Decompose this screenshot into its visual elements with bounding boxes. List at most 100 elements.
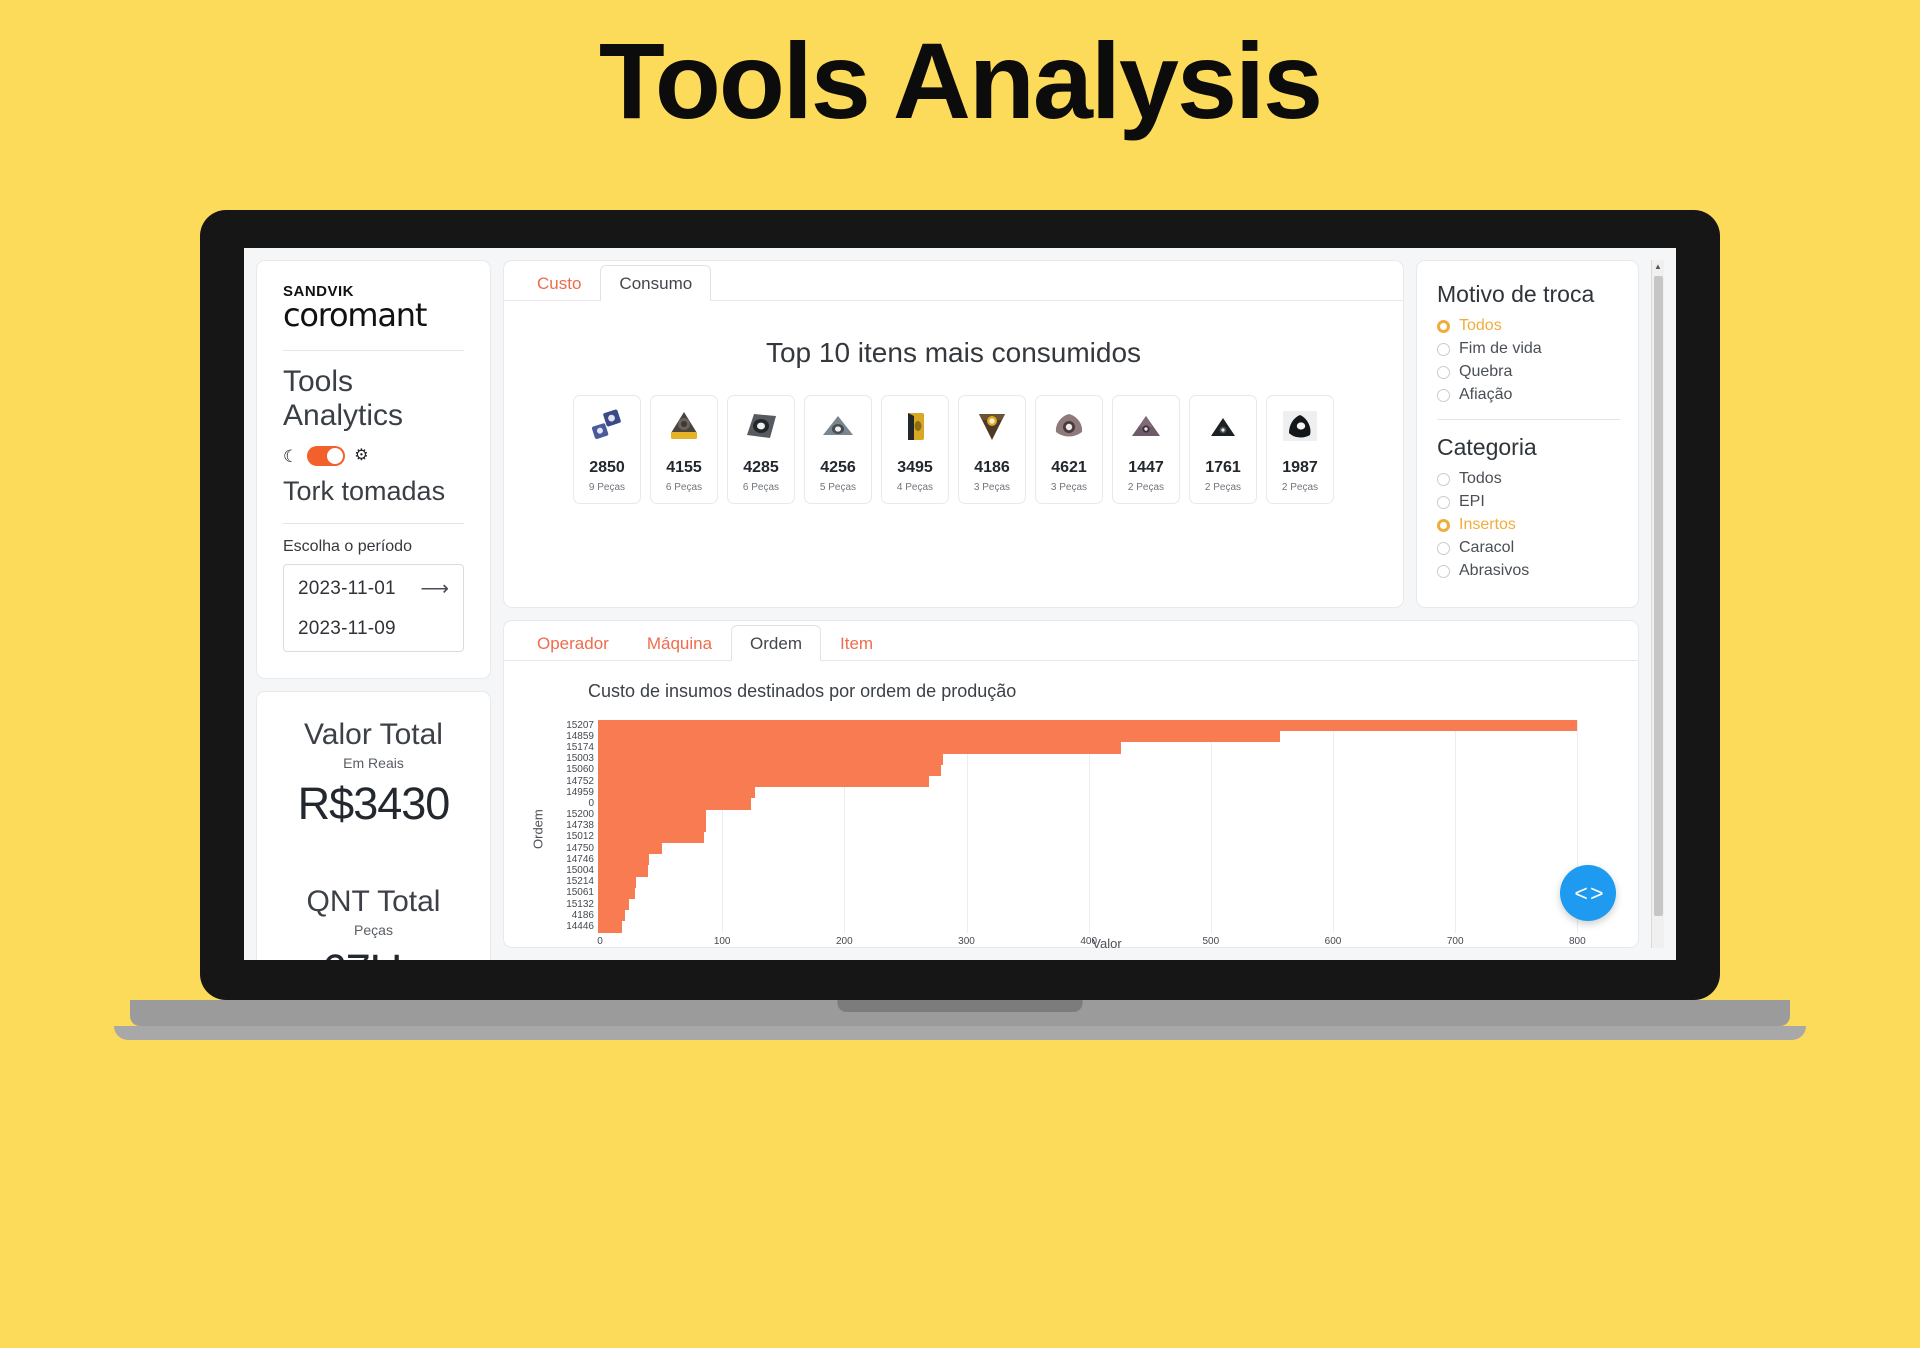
chart-x-tick: 0 [597, 935, 603, 947]
sidebar-divider-2 [283, 523, 464, 525]
radio-button[interactable] [1437, 388, 1450, 402]
chart-bar[interactable] [598, 921, 623, 933]
radio-button[interactable] [1437, 495, 1450, 509]
gear-icon[interactable]: ⚙ [354, 448, 368, 464]
chart-bar[interactable] [598, 798, 751, 810]
chart-bar[interactable] [598, 910, 625, 922]
item-code: 4285 [743, 459, 779, 476]
item-tile[interactable]: 4186 3 Peças [958, 395, 1026, 504]
radio-button[interactable] [1437, 541, 1450, 555]
chart-y-axis-label: Ordem [530, 809, 546, 850]
item-tile[interactable]: 1761 2 Peças [1189, 395, 1257, 504]
chart-bar[interactable] [598, 876, 636, 888]
chart-bar-row: 14746 [548, 854, 1614, 866]
moon-icon: ☾ [283, 446, 299, 466]
chart-x-tick: 200 [835, 935, 853, 947]
qnt-total-title: QNT Total [306, 885, 441, 919]
chart-bar-track [598, 731, 1614, 743]
item-tile[interactable]: 4621 3 Peças [1035, 395, 1103, 504]
tab-maquina[interactable]: Máquina [628, 625, 731, 661]
chart-bar[interactable] [598, 865, 649, 877]
filter-option-fim-de-vida[interactable]: Fim de vida [1437, 340, 1620, 358]
vertical-scrollbar[interactable]: ▲ [1651, 260, 1664, 948]
period-label: Escolha o período [283, 538, 412, 556]
date-from-row[interactable]: 2023-11-01 ⟶ [298, 576, 449, 601]
radio-button[interactable] [1437, 342, 1450, 356]
filter-option-insertos[interactable]: Insertos [1437, 516, 1620, 534]
item-code: 1761 [1205, 459, 1241, 476]
item-tile[interactable]: 4285 6 Peças [727, 395, 795, 504]
date-from-value: 2023-11-01 [298, 577, 396, 599]
item-tile[interactable]: 1447 2 Peças [1112, 395, 1180, 504]
chart-bar[interactable] [598, 720, 1578, 732]
insert-gold-dome-icon [655, 404, 713, 450]
filter-option-todos[interactable]: Todos [1437, 470, 1620, 488]
chart-bar[interactable] [598, 753, 944, 765]
radio-button[interactable] [1437, 518, 1450, 532]
chart-bar[interactable] [598, 820, 706, 832]
chart-bar[interactable] [598, 899, 629, 911]
filter-option-label: Afiação [1459, 386, 1513, 403]
tab-ordem[interactable]: Ordem [731, 625, 822, 661]
radio-button[interactable] [1437, 472, 1450, 486]
filter-option-abrasivos[interactable]: Abrasivos [1437, 562, 1620, 580]
chart-bar-track [598, 887, 1614, 899]
item-tile[interactable]: 2850 9 Peças [573, 395, 641, 504]
chart-bar[interactable] [598, 764, 941, 776]
date-range-picker[interactable]: 2023-11-01 ⟶ 2023-11-09 [283, 564, 464, 653]
chart-bar-row: 14446 [548, 920, 1614, 933]
theme-switch[interactable] [307, 446, 346, 467]
switch-knob [327, 448, 344, 465]
chart-bar[interactable] [598, 787, 755, 799]
code-brackets-icon[interactable]: < > [1560, 865, 1616, 921]
chart-bar-row: 15214 [548, 876, 1614, 888]
item-tile[interactable]: 4155 6 Peças [650, 395, 718, 504]
tab-custo[interactable]: Custo [518, 265, 600, 301]
item-tile[interactable]: 3495 4 Peças [881, 395, 949, 504]
radio-button[interactable] [1437, 319, 1450, 333]
chart-bar-track [598, 899, 1614, 911]
filter-divider [1437, 419, 1620, 420]
date-to-row[interactable]: 2023-11-09 [298, 618, 449, 640]
item-tile[interactable]: 4256 5 Peças [804, 395, 872, 504]
filter-option-quebra[interactable]: Quebra [1437, 363, 1620, 381]
chart-bar-track [598, 831, 1614, 844]
chart-bar[interactable] [598, 831, 705, 844]
chart-bar[interactable] [598, 731, 1280, 743]
chart-bar-track [598, 753, 1614, 765]
tab-operador[interactable]: Operador [518, 625, 628, 661]
valor-total-amount: R$3430 [297, 778, 451, 830]
chart-title: Custo de insumos destinados por ordem de… [588, 681, 1017, 701]
chart-x-tick: 300 [958, 935, 975, 947]
filter-option-afiação[interactable]: Afiação [1437, 386, 1620, 404]
insert-black-round-tri-icon [1271, 404, 1329, 450]
page-title: Tools Analysis [598, 20, 1323, 141]
chart-bar[interactable] [598, 775, 929, 788]
theme-toggle-row[interactable]: ☾ ⚙ [283, 446, 464, 467]
item-quantity: 2 Peças [1281, 482, 1319, 493]
chart-bar-row: 14738 [548, 820, 1614, 832]
top10-heading: Top 10 itens mais consumidos [765, 337, 1142, 368]
filter-option-caracol[interactable]: Caracol [1437, 539, 1620, 557]
tab-consumo[interactable]: Consumo [600, 265, 712, 301]
date-spacer [298, 601, 449, 618]
chart-x-tick: 700 [1446, 935, 1464, 947]
filter-option-epi[interactable]: EPI [1437, 493, 1620, 511]
chart-bar-label: 14446 [566, 920, 594, 932]
filter-option-todos[interactable]: Todos [1437, 317, 1620, 335]
scroll-up-icon[interactable]: ▲ [1654, 260, 1662, 273]
chart-bar[interactable] [598, 742, 1121, 754]
scrollbar-thumb[interactable] [1654, 276, 1663, 916]
chart-bar[interactable] [598, 887, 635, 899]
chart-bar[interactable] [598, 854, 650, 866]
chart-bar-row: 15200 [548, 809, 1614, 821]
radio-button[interactable] [1437, 365, 1450, 379]
chart-x-tick: 800 [1569, 935, 1586, 947]
totals-spacer [267, 830, 480, 885]
item-tile[interactable]: 1987 2 Peças [1266, 395, 1334, 504]
tab-item[interactable]: Item [821, 625, 892, 661]
radio-button[interactable] [1437, 564, 1450, 578]
insert-gold-vtri-icon [963, 404, 1021, 450]
chart-bar[interactable] [598, 809, 706, 821]
chart-bar[interactable] [598, 843, 662, 855]
